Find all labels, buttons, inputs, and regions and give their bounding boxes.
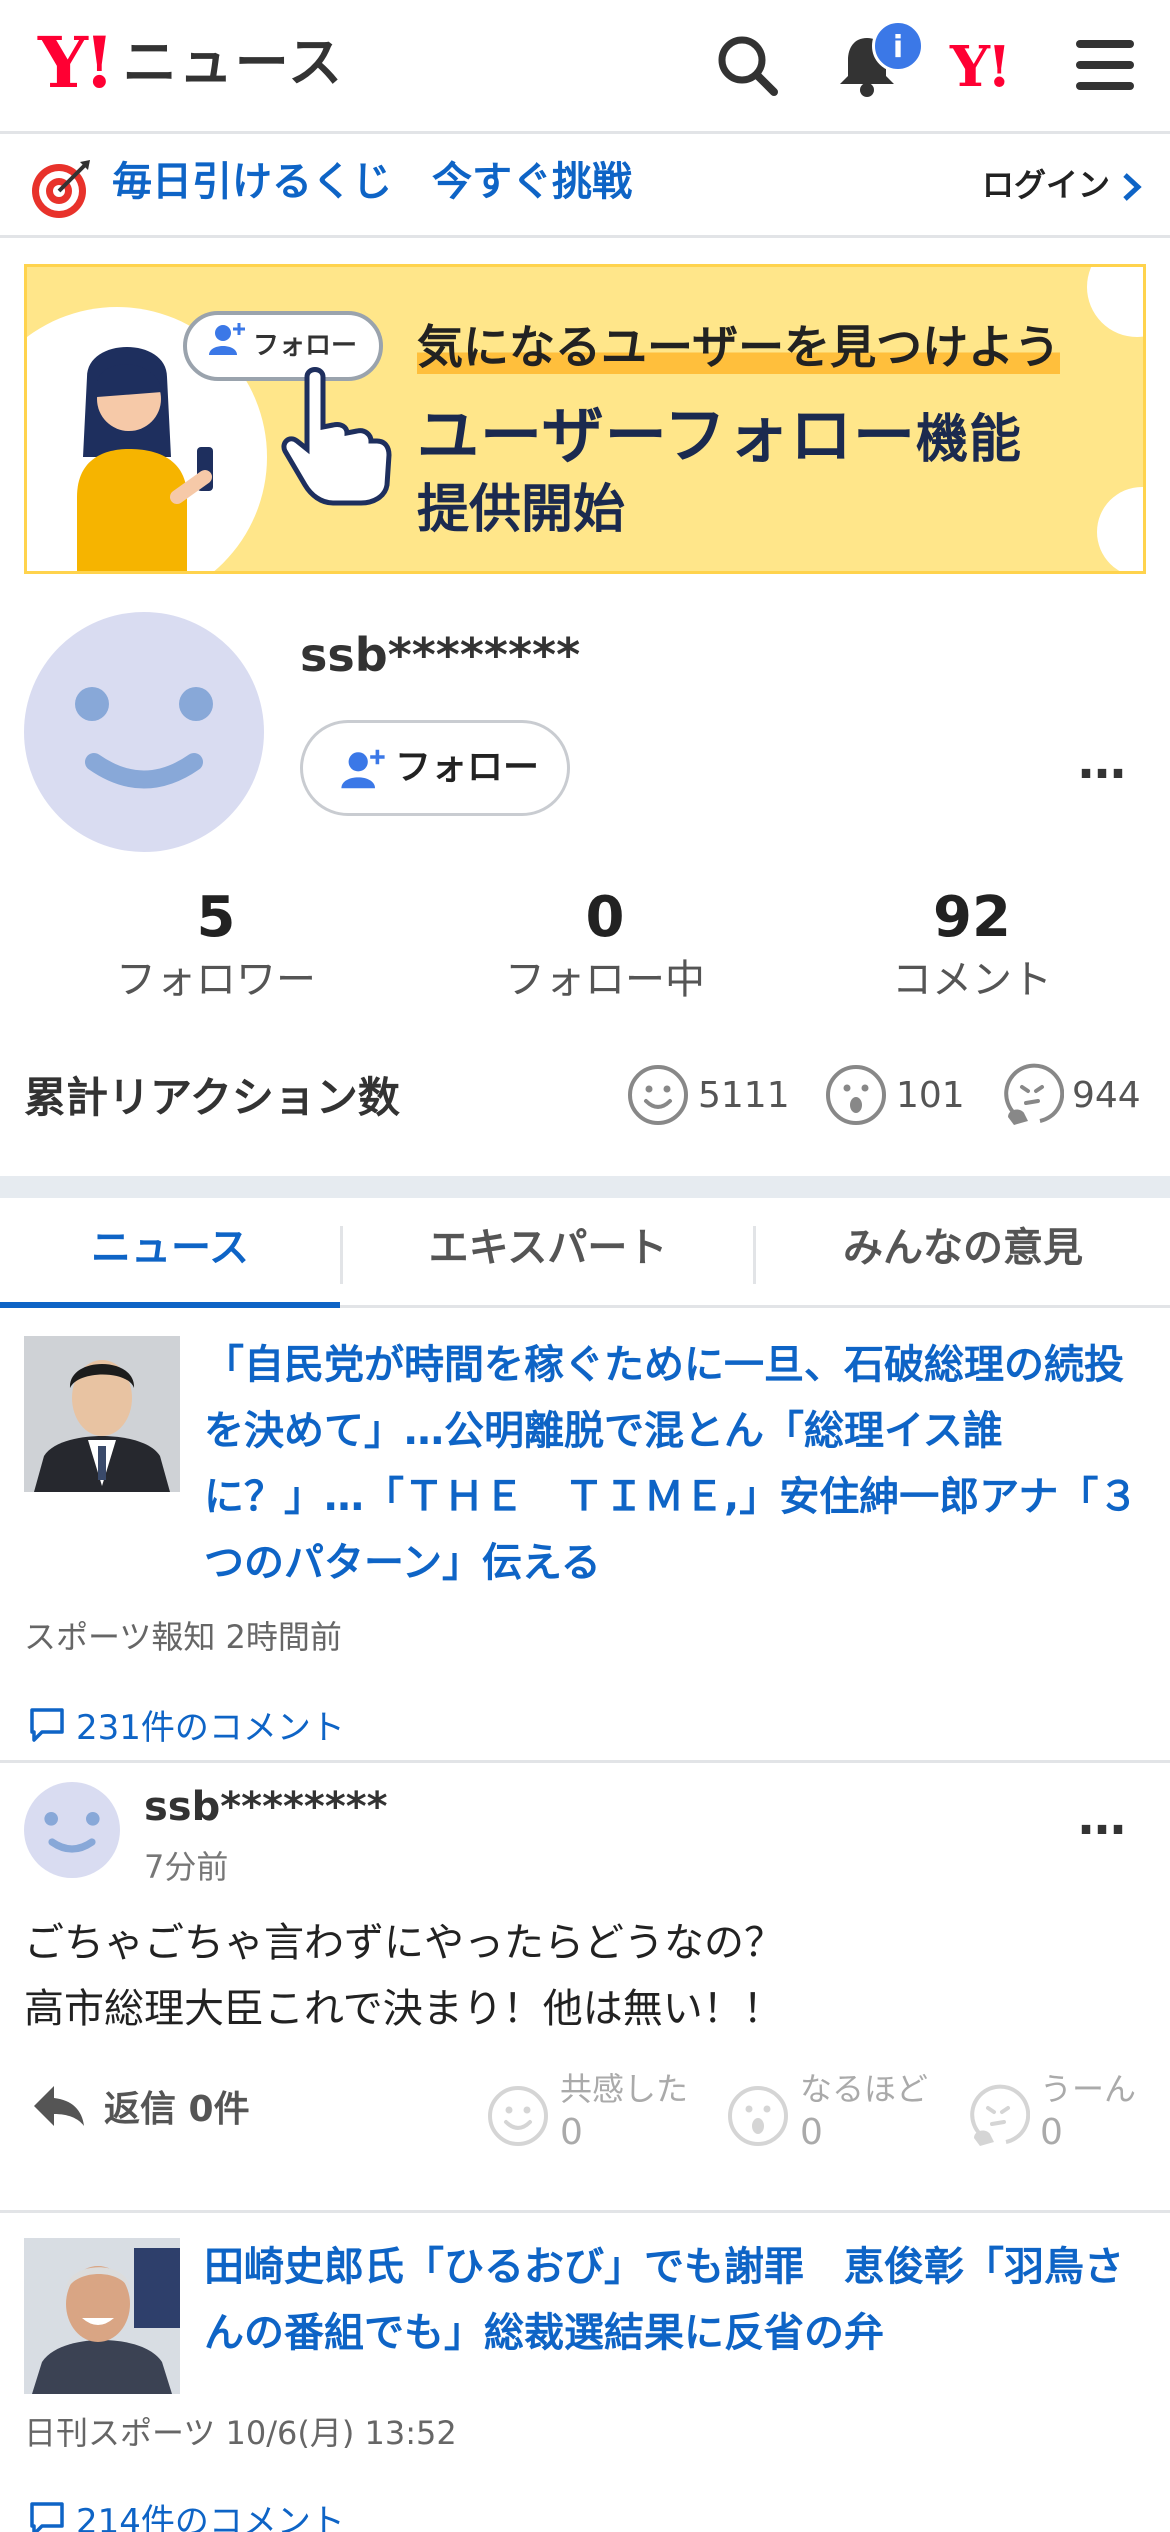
- section-separator: [0, 1176, 1170, 1198]
- smile-icon: [628, 1065, 688, 1125]
- menu-icon[interactable]: [1070, 30, 1140, 100]
- reaction-value: 5111: [698, 1074, 790, 1116]
- smile-icon: [488, 2086, 548, 2146]
- stat-label: フォロワー: [116, 957, 316, 1003]
- comment-body: ごちゃごちゃ言わずにやったらどうなの？ 高市総理大臣これで決まり！他は無い！！: [24, 1910, 1144, 2042]
- reaction-total-title: 累計リアクション数: [24, 1073, 400, 1122]
- reaction-value: 101: [896, 1074, 965, 1116]
- stat-following[interactable]: 0 フォロー中: [455, 886, 755, 1010]
- stat-value: 5: [196, 885, 236, 950]
- banner-headline: 気になるユーザーを見つけよう: [417, 320, 1061, 374]
- reaction-insight-button[interactable]: なるほど 0: [726, 2064, 929, 2164]
- smiley-avatar-icon: [44, 1812, 100, 1853]
- pointing-hand-icon: [281, 367, 392, 506]
- reaction-count: 0: [800, 2112, 823, 2153]
- reaction-count: 0: [560, 2112, 583, 2153]
- reaction-thinking-count: 944: [1000, 1060, 1141, 1130]
- thinking-icon: [1004, 1063, 1064, 1125]
- article-comment-count-link[interactable]: 214件のコメント: [28, 2494, 345, 2532]
- follow-button[interactable]: フォロー: [300, 720, 570, 816]
- yahoo-news-logo[interactable]: Y! ニュース: [38, 28, 344, 98]
- reaction-surprised-count: 101: [824, 1060, 965, 1130]
- comment-count-label: 231件のコメント: [76, 1708, 345, 1748]
- comment-count-label: 214件のコメント: [76, 2502, 345, 2532]
- divider: [0, 2210, 1170, 2213]
- comment-icon: [30, 1707, 64, 1742]
- reaction-label: なるほど: [800, 2070, 929, 2108]
- reply-button[interactable]: 返信 0件: [32, 2080, 250, 2132]
- reaction-label: うーん: [1040, 2070, 1137, 2108]
- chevron-right-icon: [1123, 173, 1142, 201]
- banner-decor-circle: [1097, 487, 1143, 571]
- stat-value: 92: [933, 885, 1011, 950]
- search-icon[interactable]: [712, 30, 782, 100]
- reply-label: 返信 0件: [104, 2089, 250, 2130]
- article-thumbnail[interactable]: [24, 2238, 180, 2394]
- yahoo-logo-icon[interactable]: Y!: [950, 34, 1012, 100]
- comment-more-options-icon[interactable]: …: [1078, 1794, 1130, 1842]
- top-header: Y! ニュース i Y!: [0, 0, 1170, 134]
- article-comment-count-link[interactable]: 231件のコメント: [28, 1700, 345, 1749]
- article-thumbnail[interactable]: [24, 1336, 180, 1492]
- thinking-icon: [970, 2084, 1030, 2146]
- stat-comments[interactable]: 92 コメント: [822, 886, 1122, 1010]
- reaction-smile-count: 5111: [626, 1060, 790, 1130]
- stat-followers[interactable]: 5 フォロワー: [66, 886, 366, 1010]
- more-options-icon[interactable]: …: [1078, 738, 1130, 786]
- comment-line: 高市総理大臣これで決まり！他は無い！！: [24, 1986, 783, 2032]
- content-tabs: ニュース エキスパート みんなの意見: [0, 1198, 1170, 1308]
- target-icon: [32, 160, 90, 218]
- comment-username[interactable]: ssb********: [144, 1784, 388, 1830]
- logo-news-text: ニュース: [122, 31, 345, 94]
- banner-title: ユーザーフォロー機能: [417, 399, 1023, 472]
- add-user-icon: [341, 749, 385, 789]
- lottery-link[interactable]: 毎日引けるくじ 今すぐ挑戦: [112, 152, 632, 212]
- user-follow-banner[interactable]: フォロー 気になるユーザーを見つけよう ユーザーフォロー機能 提供開始: [24, 264, 1146, 574]
- banner-subtitle: 提供開始: [417, 480, 626, 540]
- comment-avatar: [24, 1782, 120, 1878]
- reply-arrow-icon: [34, 2086, 84, 2126]
- notification-badge: i: [872, 20, 924, 72]
- comment-icon: [30, 2501, 64, 2532]
- article-meta: スポーツ報知 2時間前: [24, 1618, 342, 1656]
- comment-line: ごちゃごちゃ言わずにやったらどうなの？: [24, 1920, 784, 1966]
- comment-time: 7分前: [144, 1848, 229, 1886]
- reaction-label: 共感した: [560, 2070, 689, 2108]
- news-photo-man: [24, 2238, 180, 2394]
- profile-username: ssb********: [300, 628, 581, 682]
- stat-label: フォロー中: [505, 957, 705, 1003]
- login-link[interactable]: ログイン: [982, 162, 1110, 208]
- reaction-hmm-button[interactable]: うーん 0: [966, 2064, 1156, 2164]
- news-photo-man: [24, 1336, 180, 1492]
- logo-y-mark: Y!: [38, 21, 115, 104]
- add-user-icon: [209, 323, 245, 355]
- surprised-icon: [826, 1065, 886, 1125]
- tab-news[interactable]: ニュース: [0, 1198, 340, 1308]
- stat-value: 0: [585, 885, 625, 950]
- reaction-count: 0: [1040, 2112, 1063, 2153]
- smiley-avatar-icon: [75, 687, 213, 789]
- tab-opinions[interactable]: みんなの意見: [756, 1198, 1170, 1308]
- divider: [0, 1760, 1170, 1763]
- tab-expert[interactable]: エキスパート: [343, 1198, 753, 1308]
- reaction-empathy-button[interactable]: 共感した 0: [486, 2064, 689, 2164]
- stat-label: コメント: [892, 957, 1052, 1003]
- reaction-value: 944: [1072, 1074, 1141, 1116]
- profile-avatar: [24, 612, 264, 852]
- lottery-bar[interactable]: 毎日引けるくじ 今すぐ挑戦 ログイン: [0, 134, 1170, 238]
- article-title-link[interactable]: 田崎史郎氏「ひるおび」でも謝罪 恵俊彰「羽鳥さんの番組でも」総裁選結果に反省の弁: [204, 2234, 1144, 2366]
- surprised-icon: [728, 2086, 788, 2146]
- article-meta: 日刊スポーツ 10/6(月) 13:52: [24, 2414, 457, 2452]
- follow-button-label: フォロー: [395, 747, 540, 788]
- article-title-link[interactable]: 「自民党が時間を稼ぐために一旦、石破総理の続投を決めて」…公明離脱で混とん「総理…: [204, 1332, 1144, 1596]
- banner-decor-circle: [1087, 267, 1143, 337]
